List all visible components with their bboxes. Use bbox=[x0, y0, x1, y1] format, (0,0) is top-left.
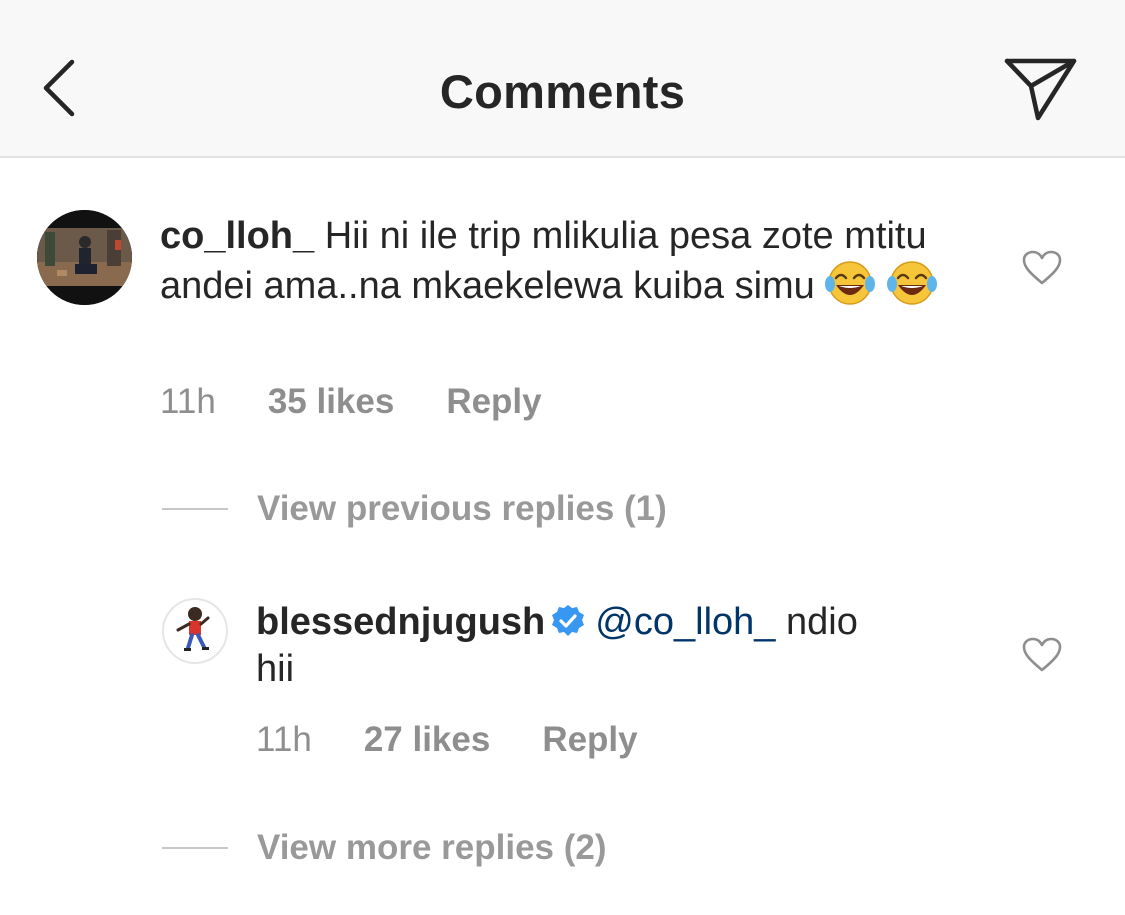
heart-icon bbox=[1022, 250, 1062, 285]
verified-badge-icon bbox=[551, 603, 585, 637]
reply-reply-button[interactable]: Reply bbox=[542, 720, 637, 760]
reply-meta: 11h 27 likes Reply bbox=[256, 720, 638, 760]
cartoon-avatar-icon bbox=[176, 607, 210, 651]
reply-username[interactable]: blessednjugush bbox=[256, 601, 545, 643]
reply-avatar[interactable] bbox=[162, 598, 228, 664]
divider-line bbox=[162, 508, 228, 510]
face-with-tears-of-joy-icon bbox=[825, 260, 876, 306]
reply-likes[interactable]: 27 likes bbox=[364, 720, 491, 760]
view-previous-replies-button[interactable]: View previous replies (1) bbox=[162, 489, 667, 529]
reply-text-line2: hii bbox=[256, 648, 295, 690]
paper-plane-icon bbox=[1004, 58, 1077, 121]
comment-meta: 11h 35 likes Reply bbox=[160, 382, 542, 422]
comment-body: co_lloh_ Hii ni ile trip mlikulia pesa z… bbox=[160, 213, 950, 310]
page-title: Comments bbox=[439, 65, 686, 118]
view-previous-replies-label: View previous replies (1) bbox=[257, 489, 667, 528]
avatar[interactable] bbox=[37, 210, 132, 305]
reply-text-line1: ndio bbox=[775, 601, 858, 643]
like-heart-button[interactable] bbox=[1022, 250, 1062, 286]
comment-likes[interactable]: 35 likes bbox=[268, 382, 395, 422]
user-photo-icon bbox=[37, 210, 132, 305]
reply-like-heart-button[interactable] bbox=[1022, 637, 1062, 673]
reply-body: blessednjugush @co_lloh_ ndio hii bbox=[256, 599, 956, 693]
heart-icon bbox=[1022, 637, 1062, 672]
divider-line bbox=[162, 847, 228, 849]
mention-link[interactable]: @co_lloh_ bbox=[595, 601, 775, 643]
view-more-replies-button[interactable]: View more replies (2) bbox=[162, 828, 607, 868]
header-bar: Comments bbox=[0, 0, 1125, 158]
comment-username[interactable]: co_lloh_ bbox=[160, 215, 314, 257]
view-more-replies-label: View more replies (2) bbox=[257, 828, 607, 867]
comment-time: 11h bbox=[160, 382, 216, 421]
face-with-tears-of-joy-icon bbox=[887, 260, 938, 306]
direct-share-button[interactable] bbox=[1000, 54, 1082, 126]
reply-time: 11h bbox=[256, 720, 312, 759]
reply-button[interactable]: Reply bbox=[446, 382, 541, 422]
